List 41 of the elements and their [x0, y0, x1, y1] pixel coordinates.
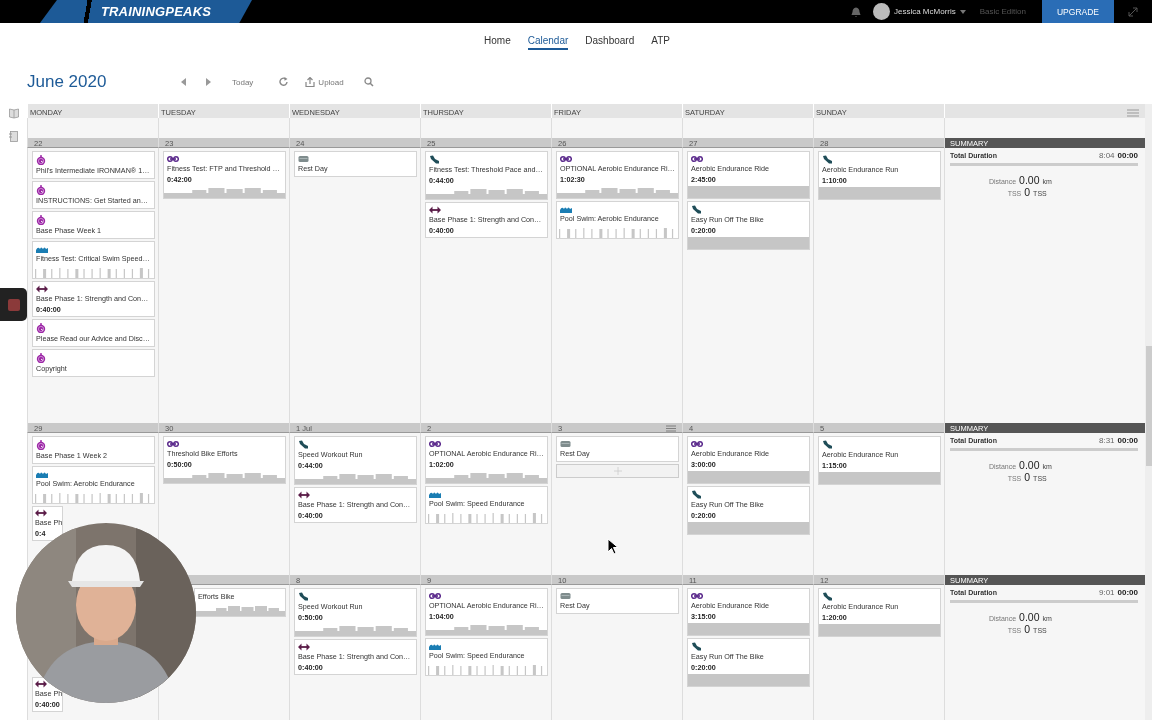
planned-duration: 8:04 — [1098, 151, 1115, 160]
menu-icon[interactable] — [1127, 109, 1139, 117]
user-name[interactable]: Jessica McMorris — [893, 7, 956, 16]
bell-icon[interactable] — [850, 6, 861, 17]
nav-tab[interactable]: Calendar — [527, 35, 569, 50]
book-icon[interactable] — [8, 108, 19, 119]
next-icon[interactable] — [205, 78, 212, 86]
menu-icon[interactable] — [666, 424, 676, 432]
previous-icon[interactable] — [180, 78, 187, 86]
nav-tab[interactable]: Home — [484, 35, 511, 50]
logo[interactable]: TRAININGPEAKS — [40, 0, 252, 23]
expand-icon[interactable] — [1128, 6, 1138, 17]
tss-value: 0 — [1024, 186, 1031, 198]
plus-icon — [613, 467, 622, 475]
refresh-icon[interactable] — [279, 77, 290, 87]
search-icon[interactable] — [363, 77, 374, 87]
completed-duration: 00:00 — [1117, 151, 1138, 160]
distance-value: 0.00 — [1019, 611, 1040, 623]
nav-tab[interactable]: ATP — [651, 35, 670, 50]
planned-duration: 9:01 — [1098, 588, 1115, 597]
upload-icon[interactable] — [305, 77, 316, 87]
avatar[interactable] — [872, 3, 890, 20]
completed-duration: 00:00 — [1117, 436, 1138, 445]
record-button[interactable] — [0, 288, 27, 321]
tss-value: 0 — [1024, 623, 1031, 635]
cursor-icon — [607, 538, 619, 555]
distance-value: 0.00 — [1019, 459, 1040, 471]
upgrade-button[interactable]: UPGRADE — [1042, 0, 1114, 23]
distance-value: 0.00 — [1019, 174, 1040, 186]
month-title: June 2020 — [27, 72, 108, 92]
upload-link[interactable]: Upload — [318, 77, 344, 87]
tss-value: 0 — [1024, 471, 1031, 483]
scrollbar-thumb[interactable] — [1146, 346, 1152, 466]
planned-duration: 8:31 — [1098, 436, 1115, 445]
add-workout-button[interactable] — [556, 464, 679, 478]
today-link[interactable]: Today — [232, 77, 254, 87]
caret-icon[interactable] — [959, 9, 966, 14]
notebook-icon[interactable] — [9, 131, 18, 142]
completed-duration: 00:00 — [1117, 588, 1138, 597]
edition-label: Basic Edition — [979, 7, 1026, 16]
nav-tab[interactable]: Dashboard — [585, 35, 635, 50]
